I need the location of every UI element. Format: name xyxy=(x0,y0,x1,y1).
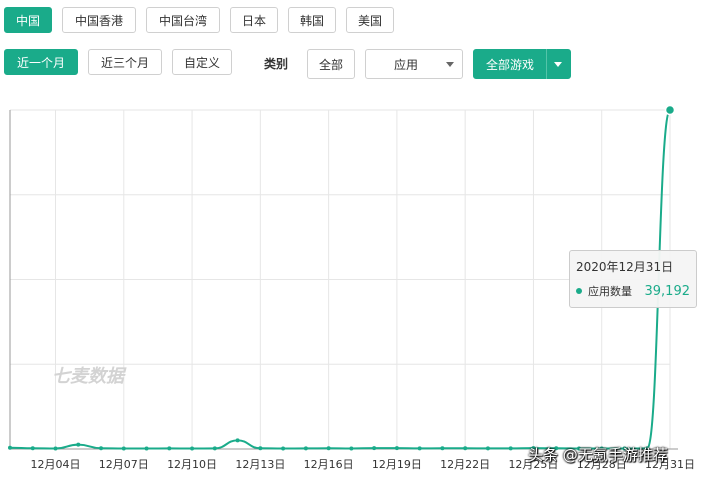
x-tick-label: 12月07日 xyxy=(99,458,149,471)
type-select-value: 应用 xyxy=(393,57,418,72)
data-point xyxy=(664,104,676,116)
data-point xyxy=(190,446,195,451)
data-point xyxy=(349,446,354,451)
category-all-button[interactable]: 全部 xyxy=(307,49,355,79)
data-point xyxy=(8,445,12,450)
x-tick-label: 12月13日 xyxy=(235,458,285,471)
region-tab-taiwan[interactable]: 中国台湾 xyxy=(146,7,220,33)
data-point xyxy=(99,446,104,451)
region-tab-hongkong[interactable]: 中国香港 xyxy=(62,7,136,33)
game-select-value: 全部游戏 xyxy=(485,57,534,72)
data-point xyxy=(212,446,217,451)
region-tab-china[interactable]: 中国 xyxy=(4,7,52,33)
x-tick-label: 12月19日 xyxy=(372,458,422,471)
category-label: 类别 xyxy=(264,57,289,71)
data-point xyxy=(30,446,35,451)
chevron-down-icon xyxy=(554,61,562,67)
data-point xyxy=(303,446,308,451)
data-point xyxy=(463,446,468,451)
data-point xyxy=(121,446,126,451)
data-point xyxy=(508,446,513,451)
data-point xyxy=(485,446,490,451)
tooltip-value: 39,192 xyxy=(644,283,691,299)
watermark-text: 七麦数据 xyxy=(52,366,124,387)
select-divider xyxy=(546,49,547,79)
region-tab-usa[interactable]: 美国 xyxy=(346,7,394,33)
chevron-down-icon xyxy=(446,61,454,67)
type-select[interactable]: 应用 xyxy=(365,49,463,79)
range-last-month-button[interactable]: 近一个月 xyxy=(4,49,78,75)
x-tick-label: 12月22日 xyxy=(440,458,490,471)
data-point xyxy=(394,446,399,451)
game-select[interactable]: 全部游戏 xyxy=(473,49,571,79)
region-tab-japan[interactable]: 日本 xyxy=(230,7,278,33)
data-point xyxy=(76,442,81,447)
region-tab-korea[interactable]: 韩国 xyxy=(288,7,336,33)
overlay-watermark: 头条 @无氪手游推荐 xyxy=(528,446,668,464)
chart-tooltip: 2020年12月31日 应用数量 39,192 xyxy=(569,250,697,308)
data-point xyxy=(417,446,422,451)
data-point xyxy=(440,446,445,451)
data-point xyxy=(53,446,58,451)
x-tick-label: 12月04日 xyxy=(31,458,81,471)
x-tick-label: 12月16日 xyxy=(304,458,354,471)
x-tick-label: 12月10日 xyxy=(167,458,217,471)
data-point xyxy=(144,446,149,451)
range-last-three-months-button[interactable]: 近三个月 xyxy=(88,49,162,75)
data-point xyxy=(326,446,331,451)
tooltip-series-name: 应用数量 xyxy=(588,285,632,298)
data-point xyxy=(235,438,240,443)
series-dot-icon xyxy=(576,288,582,294)
data-point xyxy=(167,446,172,451)
data-point xyxy=(281,446,286,451)
range-custom-button[interactable]: 自定义 xyxy=(172,49,232,75)
data-point xyxy=(372,446,377,451)
data-point xyxy=(258,446,263,451)
tooltip-date: 2020年12月31日 xyxy=(576,260,674,274)
tooltip-row: 应用数量 39,192 xyxy=(576,283,690,299)
